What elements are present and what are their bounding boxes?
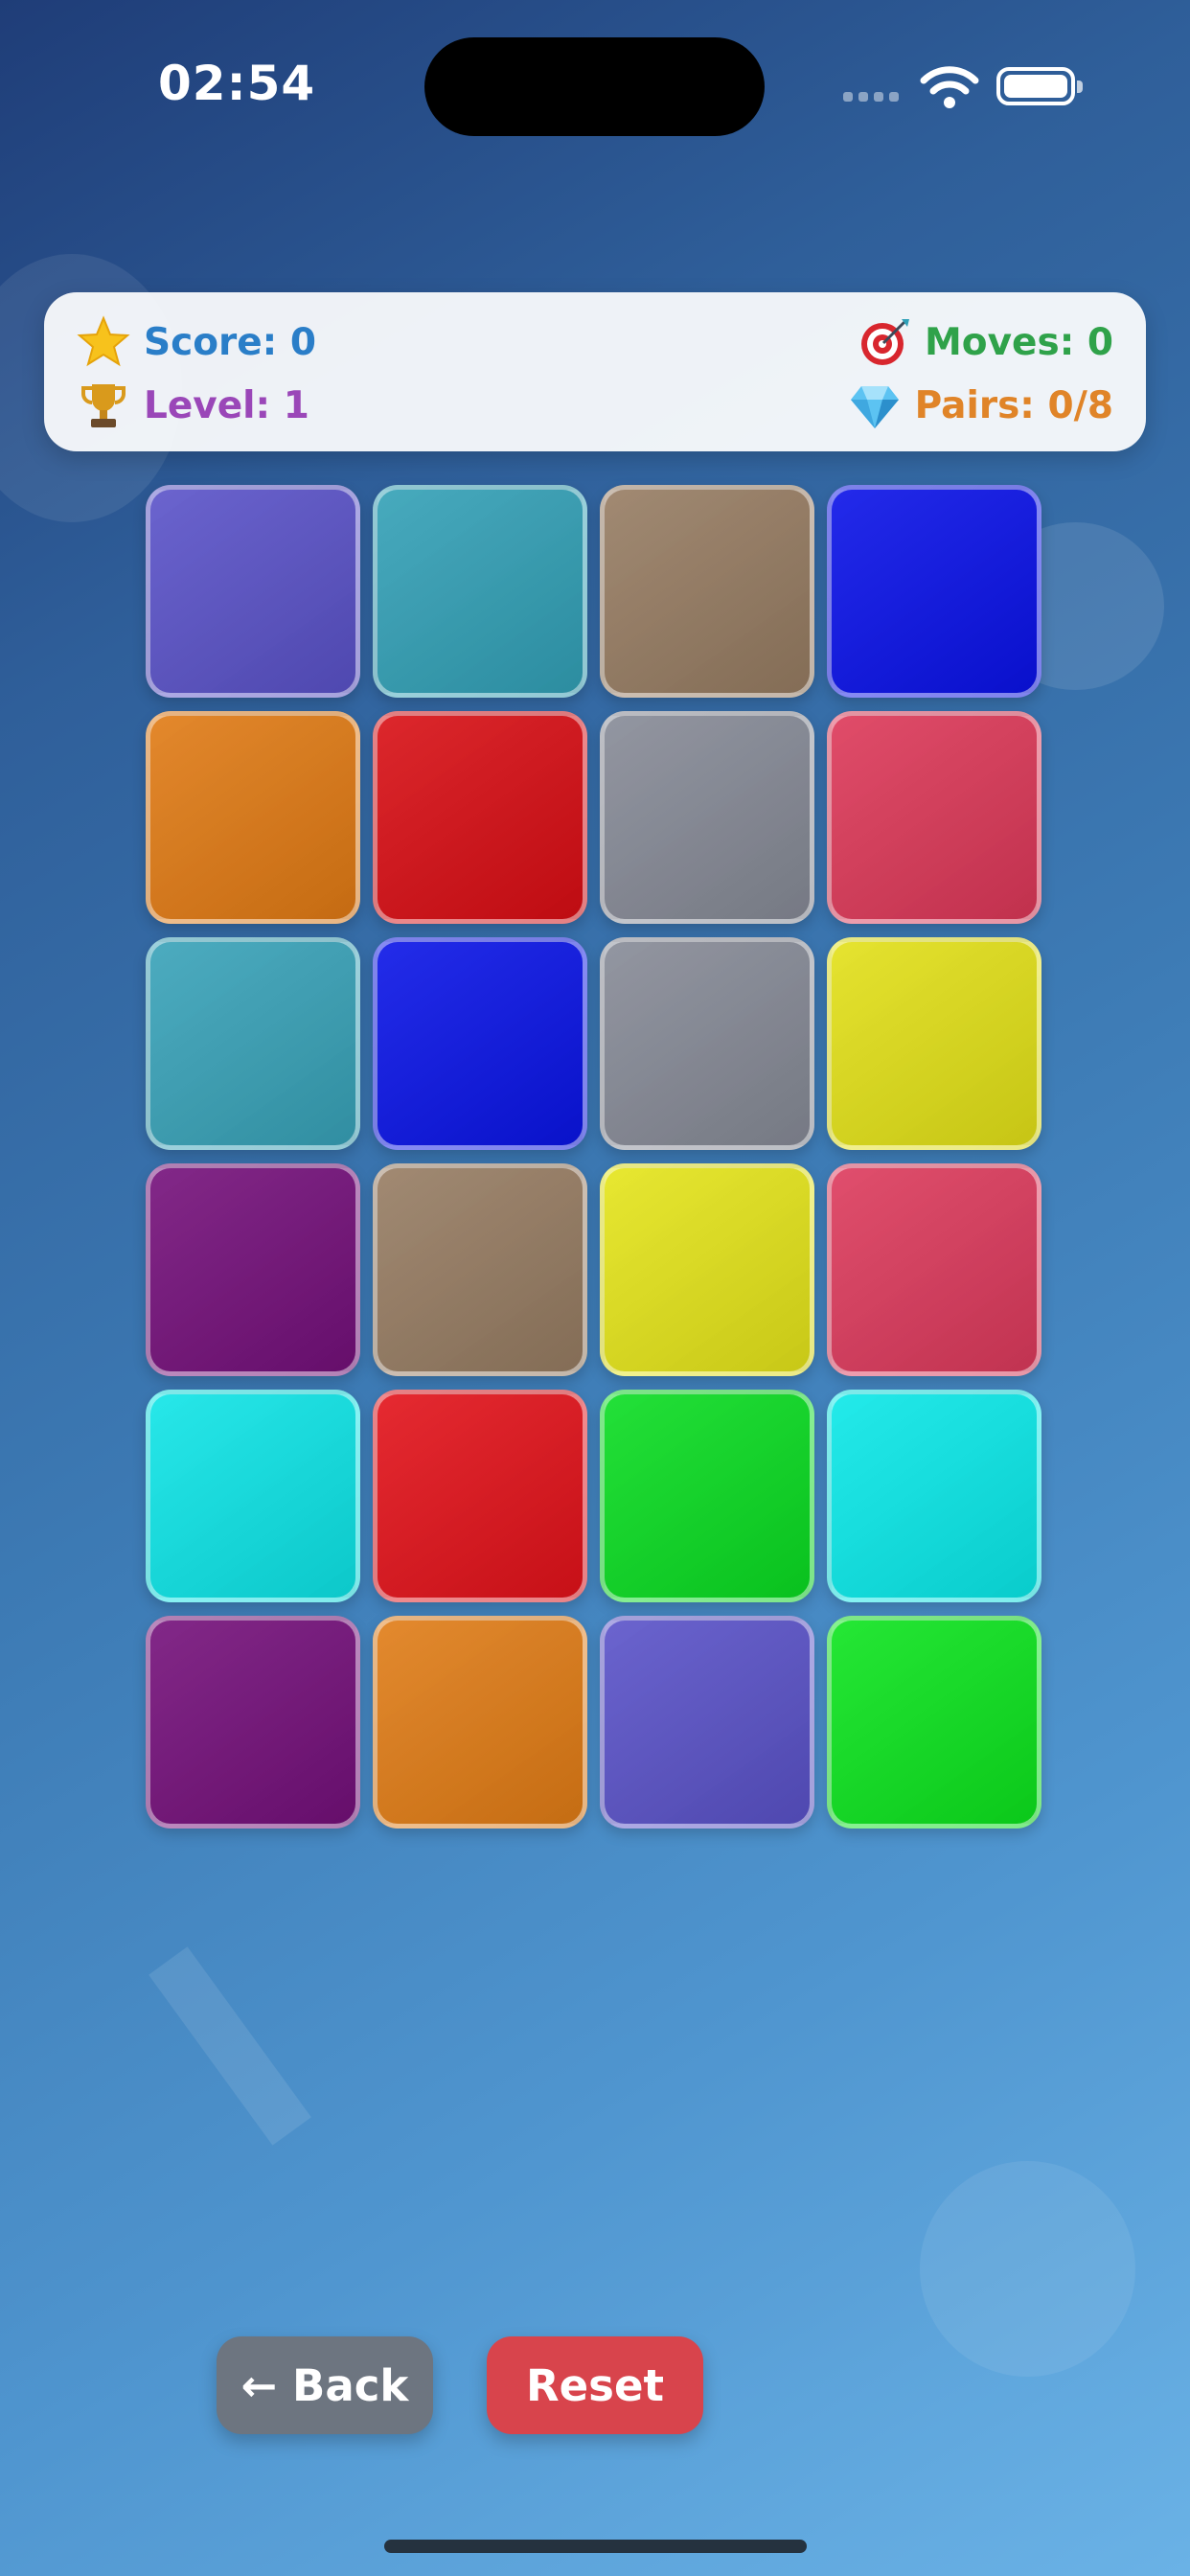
status-time: 02:54 — [158, 56, 316, 111]
memory-card[interactable] — [373, 937, 587, 1150]
memory-card[interactable] — [373, 485, 587, 698]
memory-card[interactable] — [827, 1616, 1041, 1828]
battery-icon — [996, 67, 1083, 105]
memory-card[interactable] — [373, 711, 587, 924]
memory-card[interactable] — [827, 485, 1041, 698]
diamond-icon — [848, 379, 902, 432]
moves-label: Moves: 0 — [925, 320, 1113, 364]
pairs-stat: Pairs: 0/8 — [848, 379, 1113, 432]
memory-card[interactable] — [146, 1163, 360, 1376]
background-bar — [149, 1946, 311, 2146]
memory-card[interactable] — [827, 711, 1041, 924]
memory-card[interactable] — [146, 1616, 360, 1828]
memory-card[interactable] — [146, 711, 360, 924]
memory-card[interactable] — [827, 1163, 1041, 1376]
back-button[interactable]: ← Back — [217, 2336, 433, 2434]
reset-button[interactable]: Reset — [487, 2336, 703, 2434]
memory-card[interactable] — [146, 485, 360, 698]
score-label: Score: 0 — [144, 320, 316, 364]
background-circle — [920, 2161, 1135, 2377]
memory-card[interactable] — [600, 1616, 814, 1828]
memory-card[interactable] — [600, 1163, 814, 1376]
memory-card[interactable] — [373, 1616, 587, 1828]
memory-card[interactable] — [600, 711, 814, 924]
level-stat: Level: 1 — [77, 379, 309, 432]
memory-card[interactable] — [146, 1390, 360, 1602]
level-label: Level: 1 — [144, 383, 309, 427]
memory-card[interactable] — [146, 937, 360, 1150]
memory-card[interactable] — [600, 1390, 814, 1602]
home-indicator[interactable] — [384, 2540, 807, 2553]
pairs-label: Pairs: 0/8 — [914, 383, 1113, 427]
memory-card[interactable] — [600, 485, 814, 698]
memory-card[interactable] — [827, 1390, 1041, 1602]
memory-board — [146, 485, 1046, 1830]
memory-card[interactable] — [600, 937, 814, 1150]
score-stat: Score: 0 — [77, 315, 316, 369]
cellular-signal-icon — [843, 92, 899, 102]
moves-stat: Moves: 0 — [858, 315, 1113, 369]
dynamic-island — [424, 37, 765, 136]
trophy-icon — [77, 379, 130, 432]
memory-card[interactable] — [373, 1163, 587, 1376]
memory-card[interactable] — [373, 1390, 587, 1602]
target-icon — [858, 315, 911, 369]
star-icon — [77, 315, 130, 369]
wifi-icon — [920, 66, 979, 108]
memory-card[interactable] — [827, 937, 1041, 1150]
stats-panel: Score: 0 Level: 1 Moves: 0 Pairs: 0/8 — [44, 292, 1146, 451]
